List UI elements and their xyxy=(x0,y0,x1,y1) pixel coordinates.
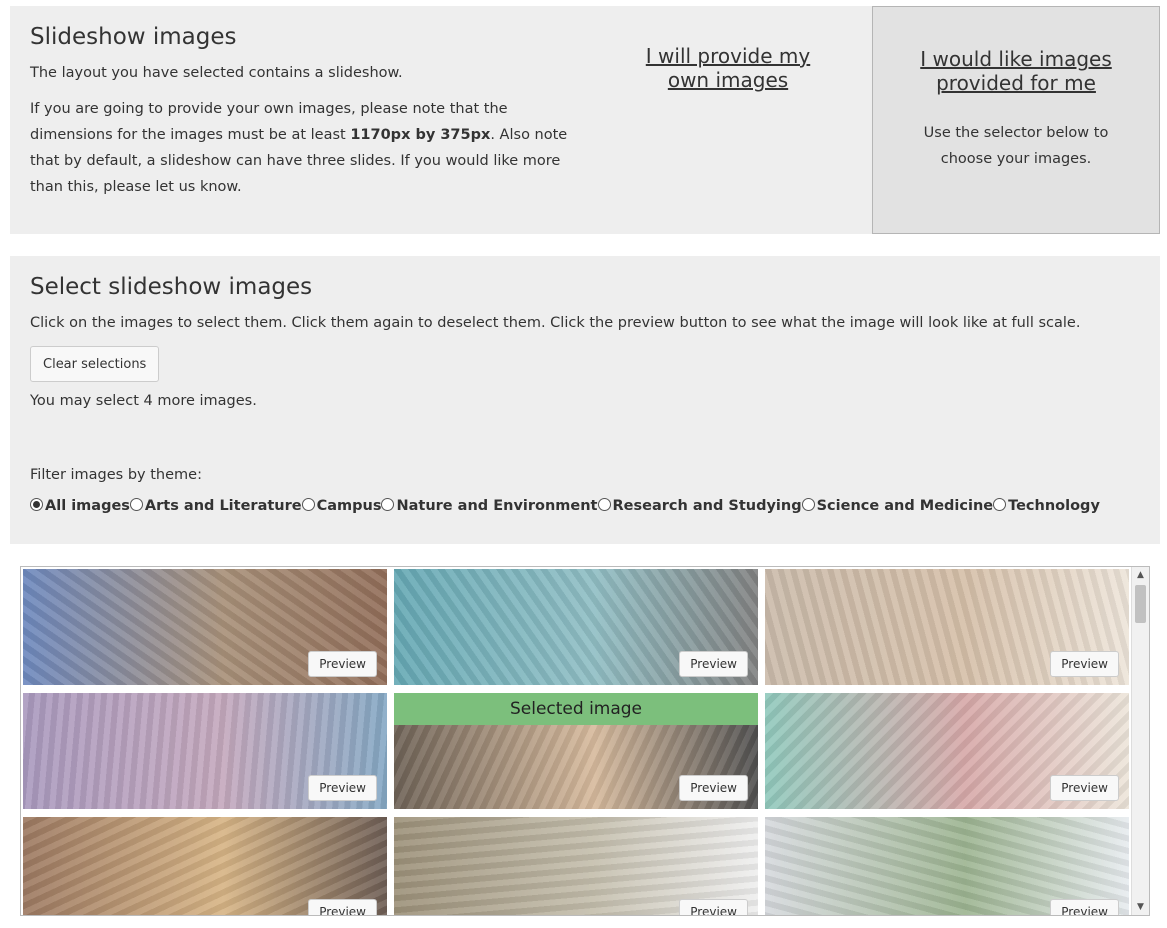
preview-button[interactable]: Preview xyxy=(308,899,377,915)
preview-button[interactable]: Preview xyxy=(1050,899,1119,915)
preview-button[interactable]: Preview xyxy=(1050,651,1119,677)
radio-icon[interactable] xyxy=(993,498,1007,511)
filter-option-science-and-medicine[interactable]: Science and Medicine xyxy=(801,498,994,514)
filter-option-label: Science and Medicine xyxy=(816,498,994,514)
scroll-thumb[interactable] xyxy=(1135,585,1146,623)
filter-option-label: Campus xyxy=(316,498,382,514)
filter-option-label: Research and Studying xyxy=(612,498,802,514)
intro-title: Slideshow images xyxy=(30,24,237,50)
own-images-link[interactable]: I will provide my own images xyxy=(640,44,816,92)
filter-option-nature-and-environment[interactable]: Nature and Environment xyxy=(381,498,598,514)
preview-button[interactable]: Preview xyxy=(679,899,748,915)
thumbnail-tile-mosaic[interactable]: Preview xyxy=(765,693,1129,809)
provided-images-link[interactable]: I would like images provided for me xyxy=(916,47,1116,95)
filter-label: Filter images by theme: xyxy=(30,467,202,483)
radio-icon[interactable] xyxy=(30,498,43,511)
filter-option-campus[interactable]: Campus xyxy=(301,498,382,514)
select-panel: Select slideshow images Click on the ima… xyxy=(10,256,1160,544)
provided-images-note: Use the selector below to choose your im… xyxy=(923,125,1109,167)
remaining-count: You may select 4 more images. xyxy=(30,393,257,409)
select-inner: Select slideshow images Click on the ima… xyxy=(30,274,1140,514)
thumbnail-theatre-interior[interactable]: Preview xyxy=(23,817,387,915)
filter-option-label: Technology xyxy=(1008,498,1100,514)
gallery-scrollbar[interactable]: ▲ ▼ xyxy=(1131,567,1149,915)
preview-button[interactable]: Preview xyxy=(308,775,377,801)
dimension-note: If you are going to provide your own ima… xyxy=(30,96,575,200)
filter-option-technology[interactable]: Technology xyxy=(993,498,1100,514)
preview-button[interactable]: Preview xyxy=(679,775,748,801)
preview-button[interactable]: Preview xyxy=(308,651,377,677)
selected-banner: Selected image xyxy=(394,693,758,725)
thumbnail-ballet-dancers[interactable]: Preview xyxy=(394,569,758,685)
scroll-down-icon[interactable]: ▼ xyxy=(1132,900,1149,914)
provided-images-option[interactable]: I would like images provided for me Use … xyxy=(872,6,1160,234)
dimension-value: 1170px by 375px xyxy=(350,127,491,143)
thumbnail-statue-quill[interactable]: Preview xyxy=(765,569,1129,685)
theme-filter-group: All images Arts and Literature Campus Natur… xyxy=(30,498,1140,514)
radio-icon[interactable] xyxy=(129,498,143,511)
thumbnail-open-book[interactable]: Selected image Preview xyxy=(394,693,758,809)
filter-option-label: Arts and Literature xyxy=(144,498,302,514)
filter-option-all-images[interactable]: All images xyxy=(30,498,130,514)
filter-option-label: Nature and Environment xyxy=(396,498,598,514)
thumbnail-campus-buildings[interactable]: Preview xyxy=(765,817,1129,915)
thumbnail-damask-pattern[interactable]: Preview xyxy=(23,693,387,809)
preview-button[interactable]: Preview xyxy=(679,651,748,677)
image-gallery[interactable]: Preview Preview Preview Preview Selected ima… xyxy=(20,566,1150,916)
radio-icon[interactable] xyxy=(801,498,815,511)
intro-text: Slideshow images The layout you have sel… xyxy=(30,24,575,210)
select-title: Select slideshow images xyxy=(30,274,313,300)
radio-icon[interactable] xyxy=(597,498,611,511)
radio-icon[interactable] xyxy=(381,498,395,511)
thumbnail-paintbrush-books[interactable]: Preview xyxy=(23,569,387,685)
filter-option-label: All images xyxy=(45,498,130,514)
preview-button[interactable]: Preview xyxy=(1050,775,1119,801)
clear-selections-button[interactable]: Clear selections xyxy=(30,346,160,382)
scroll-up-icon[interactable]: ▲ xyxy=(1132,568,1149,582)
filter-option-research-and-studying[interactable]: Research and Studying xyxy=(597,498,802,514)
radio-icon[interactable] xyxy=(301,498,315,511)
intro-panel: Slideshow images The layout you have sel… xyxy=(10,6,1160,234)
intro-line: The layout you have selected contains a … xyxy=(30,65,403,81)
select-instructions: Click on the images to select them. Clic… xyxy=(30,315,1081,331)
filter-option-arts-and-literature[interactable]: Arts and Literature xyxy=(129,498,302,514)
thumbnail-students-laptop[interactable]: Preview xyxy=(394,817,758,915)
